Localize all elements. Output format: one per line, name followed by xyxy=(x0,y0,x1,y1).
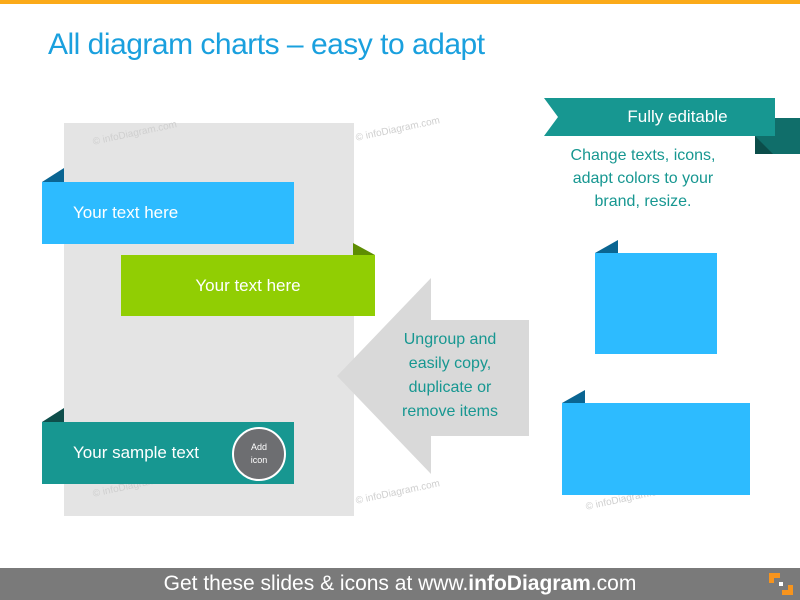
footer-banner[interactable]: Get these slides & icons at www. infoDiag… xyxy=(0,568,800,600)
ribbon-label: Your text here xyxy=(195,275,301,295)
ribbon-fold xyxy=(353,243,375,255)
editable-desc-line: brand, resize. xyxy=(594,193,692,210)
box-fold xyxy=(595,240,618,253)
editable-ribbon-label: Fully editable xyxy=(627,107,728,126)
ribbon-fold xyxy=(42,408,64,422)
watermark: © infoDiagram.com xyxy=(354,478,441,507)
editable-ribbon-fold xyxy=(755,136,773,154)
arrow-text-line: Ungroup and xyxy=(403,331,497,348)
editable-desc-line: Change texts, icons, xyxy=(570,147,716,164)
ribbon-blue[interactable]: Your text here xyxy=(42,182,294,244)
footer-suffix: .com xyxy=(590,572,637,595)
blank-box-wide[interactable] xyxy=(562,403,750,495)
ribbon-label: Your sample text xyxy=(73,443,199,462)
arrow-callout-text: Ungroup and easily copy, duplicate or re… xyxy=(380,328,520,424)
add-icon-line2: icon xyxy=(250,455,268,465)
infodiagram-logo-icon xyxy=(769,573,793,595)
arrow-text-line: easily copy, xyxy=(408,355,492,372)
editable-description: Change texts, icons, adapt colors to you… xyxy=(548,144,738,213)
slide-title: All diagram charts – easy to adapt xyxy=(48,28,485,61)
box-fold xyxy=(562,390,585,403)
blank-box-small[interactable] xyxy=(595,253,717,354)
ribbon-label: Your text here xyxy=(73,203,179,222)
footer-brand: infoDiagram xyxy=(468,572,591,595)
footer-prefix: Get these slides & icons at www. xyxy=(163,572,469,595)
top-accent-bar xyxy=(0,0,800,4)
watermark: © infoDiagram.com xyxy=(354,115,441,144)
arrow-text-line: remove items xyxy=(401,403,499,420)
add-icon-placeholder[interactable]: Add icon xyxy=(232,427,286,481)
ribbon-fold xyxy=(42,168,64,182)
add-icon-line1: Add xyxy=(250,442,267,452)
arrow-text-line: duplicate or xyxy=(408,379,492,396)
editable-desc-line: adapt colors to your xyxy=(572,170,714,187)
